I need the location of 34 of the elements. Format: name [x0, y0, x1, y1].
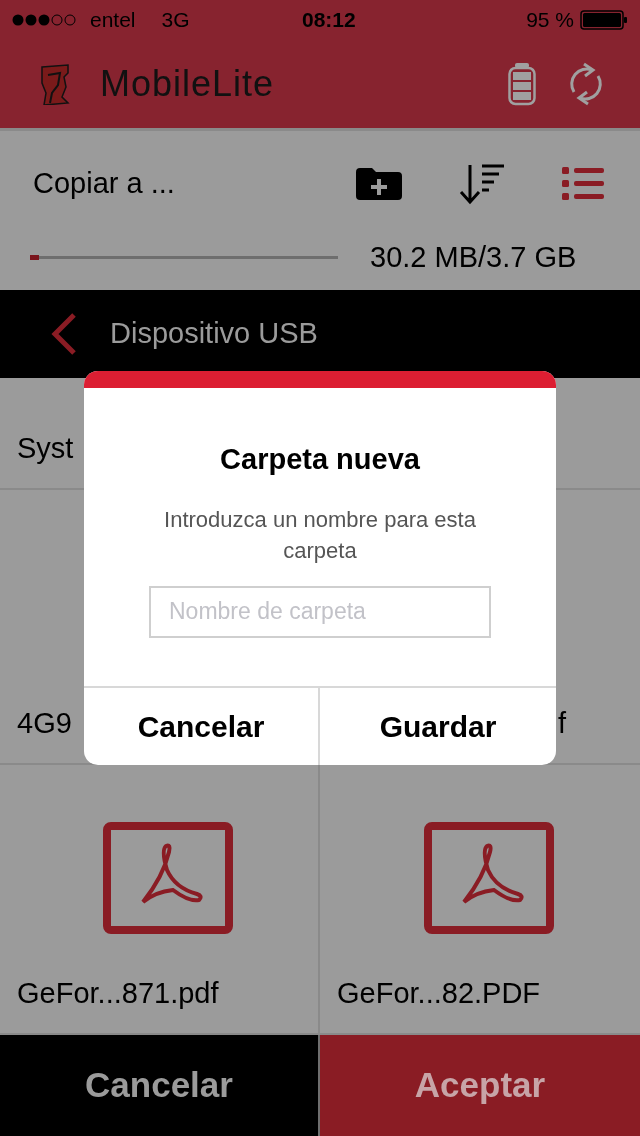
cancel-button[interactable]: Cancelar: [0, 1035, 320, 1136]
location-title: Dispositivo USB: [110, 316, 318, 352]
app-title: MobileLite: [100, 62, 275, 106]
file-name: Syst: [17, 430, 74, 466]
folder-name-field[interactable]: Nombre de carpeta: [149, 585, 491, 638]
logo-icon: [40, 63, 70, 105]
clock: 08:12: [302, 7, 356, 34]
pdf-file-icon: [102, 821, 233, 934]
save-button[interactable]: Guardar: [320, 688, 556, 765]
list-icon: [562, 166, 604, 201]
new-folder-icon: [356, 167, 402, 200]
dialog-title: Carpeta nueva: [219, 442, 421, 477]
dialog-message: Introduzca un nombre para esta carpeta: [163, 505, 477, 565]
accept-button[interactable]: Aceptar: [320, 1035, 640, 1136]
file-name: GeFor...82.PDF: [337, 975, 541, 1011]
battery-percent: 95 %: [526, 7, 574, 34]
dialog-cancel-button[interactable]: Cancelar: [84, 688, 320, 765]
file-name: 4G9: [17, 705, 72, 741]
sort-button[interactable]: [458, 162, 506, 205]
carrier-name: entel: [90, 7, 136, 34]
new-folder-button[interactable]: [356, 167, 402, 200]
storage-reading: 30.2 MB/3.7 GB: [370, 240, 577, 275]
battery-stack-icon: [508, 62, 536, 106]
storage-button[interactable]: [508, 62, 536, 106]
pdf-file-icon: [423, 821, 554, 934]
battery-icon: [580, 10, 628, 30]
file-name: GeFor...871.pdf: [17, 975, 219, 1011]
back-button[interactable]: [50, 312, 78, 356]
copy-destination-title: Copiar a ...: [33, 165, 175, 201]
list-view-button[interactable]: [562, 166, 604, 201]
sort-icon: [458, 162, 506, 205]
back-chevron-icon: [50, 312, 78, 356]
network-type: 3G: [161, 7, 190, 34]
file-name: f: [557, 705, 566, 741]
